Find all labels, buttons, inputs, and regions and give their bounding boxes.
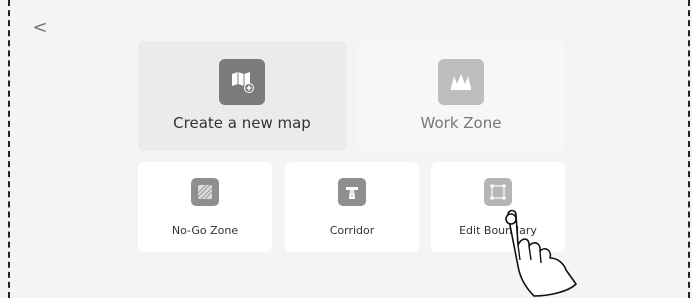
corridor-label: Corridor [329,224,375,237]
right-dashed-border [688,0,690,298]
grass-icon [438,59,484,105]
no-go-zone-card[interactable]: No-Go Zone [138,162,272,252]
hatched-square-icon [191,178,219,206]
create-new-map-label: Create a new map [173,114,311,132]
map-add-icon [219,59,265,105]
back-chevron-icon[interactable]: < [30,16,50,40]
create-new-map-card[interactable]: Create a new map [138,41,346,151]
road-icon [338,178,366,206]
edit-boundary-icon [484,178,512,206]
edit-boundary-label: Edit Boundary [459,224,537,237]
edit-boundary-card[interactable]: Edit Boundary [431,162,565,252]
left-dashed-border [8,0,10,298]
app-screen: < Create a new map Work Zone No-Go Zone … [0,0,692,298]
work-zone-label: Work Zone [420,114,502,132]
corridor-card[interactable]: Corridor [285,162,419,252]
no-go-zone-label: No-Go Zone [171,224,239,237]
work-zone-card[interactable]: Work Zone [357,41,565,151]
